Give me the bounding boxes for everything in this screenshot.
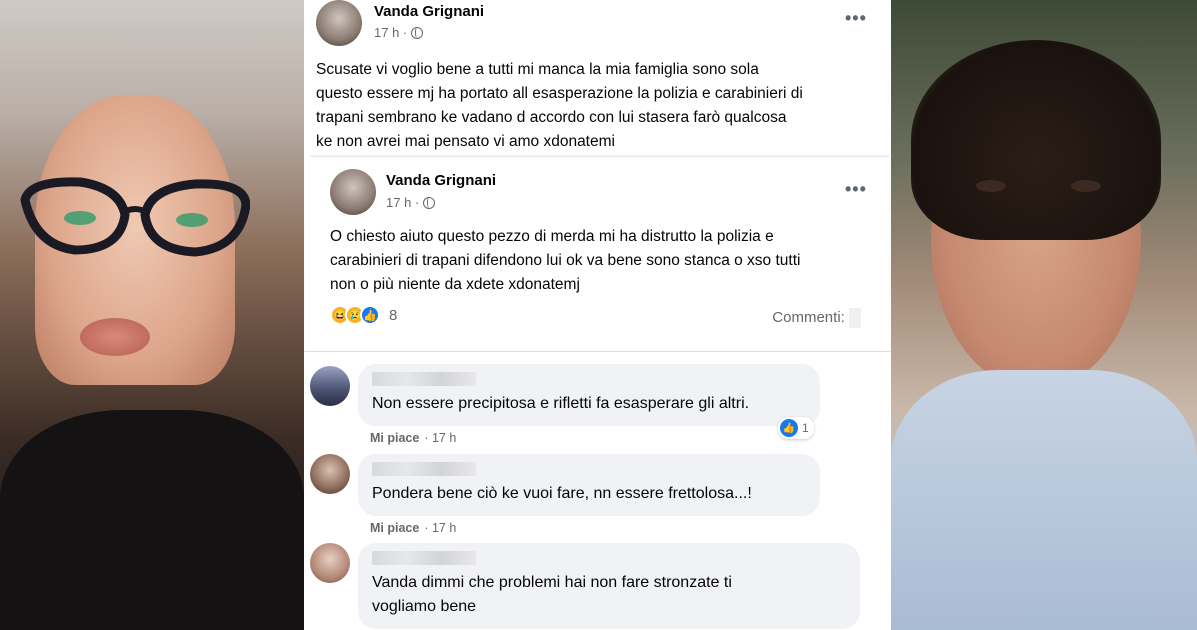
globe-icon [423,196,436,209]
comments-label: Commenti: [772,308,845,326]
comment-text-line: Vanda dimmi che problemi hai non fare st… [372,574,732,591]
globe-icon [411,26,424,39]
shared-author-avatar[interactable] [330,169,376,215]
comment-actions: Mi piace · 17 h [370,431,456,445]
post-text-line: Scusate vi voglio bene a tutti mi manca … [316,61,759,78]
comment-reaction-count: 1 [802,421,809,435]
comment-like-button[interactable]: Mi piace [370,431,419,445]
comment-bubble: Pondera bene ciò ke vuoi fare, nn essere… [358,454,820,516]
shared-post-time[interactable]: 17 h · [386,195,419,210]
like-reaction-icon: 👍 [780,419,798,437]
shared-post-text: O chiesto aiuto questo pezzo di merda mi… [330,225,800,297]
comment-time[interactable]: · 17 h [424,431,456,445]
commenter-avatar[interactable] [310,454,350,494]
eye [976,180,1006,192]
author-avatar[interactable] [316,0,362,46]
post-card: Vanda Grignani 17 h · ••• Scusate vi vog… [304,0,891,352]
photo-right-man [891,0,1197,630]
commenter-name-blurred[interactable] [372,372,476,386]
comment-time[interactable]: · 17 h [424,521,456,535]
comment-text-line: vogliamo bene [372,598,477,615]
comment-bubble: Vanda dimmi che problemi hai non fare st… [358,543,860,629]
post-text-line: questo essere mj ha portato all esaspera… [316,85,803,102]
post-text-line: ke non avrei mai pensato vi amo xdonatem… [316,133,615,150]
comment-text: Pondera bene ciò ke vuoi fare, nn essere… [372,485,752,502]
hair [911,40,1161,240]
like-reaction-icon: 👍 [360,305,380,325]
photo-left-woman [0,0,304,630]
shared-post-author[interactable]: Vanda Grignani [386,172,496,189]
shared-post-text-line: carabinieri di trapani difendono lui ok … [330,252,801,269]
reactions-summary[interactable]: 😆 😢 👍 8 [330,305,397,325]
facebook-screenshot: Vanda Grignani 17 h · ••• Scusate vi vog… [304,0,891,630]
shared-post-text-line: O chiesto aiuto questo pezzo di merda mi… [330,228,774,245]
reaction-count: 8 [389,306,398,324]
comment-text: Vanda dimmi che problemi hai non fare st… [372,571,846,619]
comment-bubble: Non essere precipitosa e rifletti fa esa… [358,364,820,426]
commenter-name-blurred[interactable] [372,551,476,565]
comment-like-button[interactable]: Mi piace [370,521,419,535]
post-time[interactable]: 17 h · [374,25,407,40]
more-options-icon[interactable]: ••• [845,8,867,29]
comment-actions: Mi piace · 17 h [370,521,456,535]
lips [80,318,150,356]
glasses [20,177,250,257]
commenter-name-blurred[interactable] [372,462,476,476]
post-author[interactable]: Vanda Grignani [374,3,484,20]
commenter-avatar[interactable] [310,543,350,583]
shared-post-meta: 17 h · [386,195,436,210]
sweater [0,410,304,630]
shirt [891,370,1197,630]
shared-post-card: Vanda Grignani 17 h · ••• O chiesto aiut… [310,156,889,348]
comments-count-blurred [849,308,861,328]
shared-post-text-line: non o più niente da xdete xdonatemj [330,276,580,293]
commenter-avatar[interactable] [310,366,350,406]
comment-text: Non essere precipitosa e rifletti fa esa… [372,395,750,412]
comments-link[interactable]: Commenti: [772,308,861,328]
post-text: Scusate vi voglio bene a tutti mi manca … [316,58,803,154]
post-meta: 17 h · [374,25,424,40]
post-text-line: trapani sembrano ke vadano d accordo con… [316,109,787,126]
eye [1071,180,1101,192]
comment-reactions[interactable]: 👍 1 [778,417,814,439]
more-options-icon[interactable]: ••• [845,179,867,200]
